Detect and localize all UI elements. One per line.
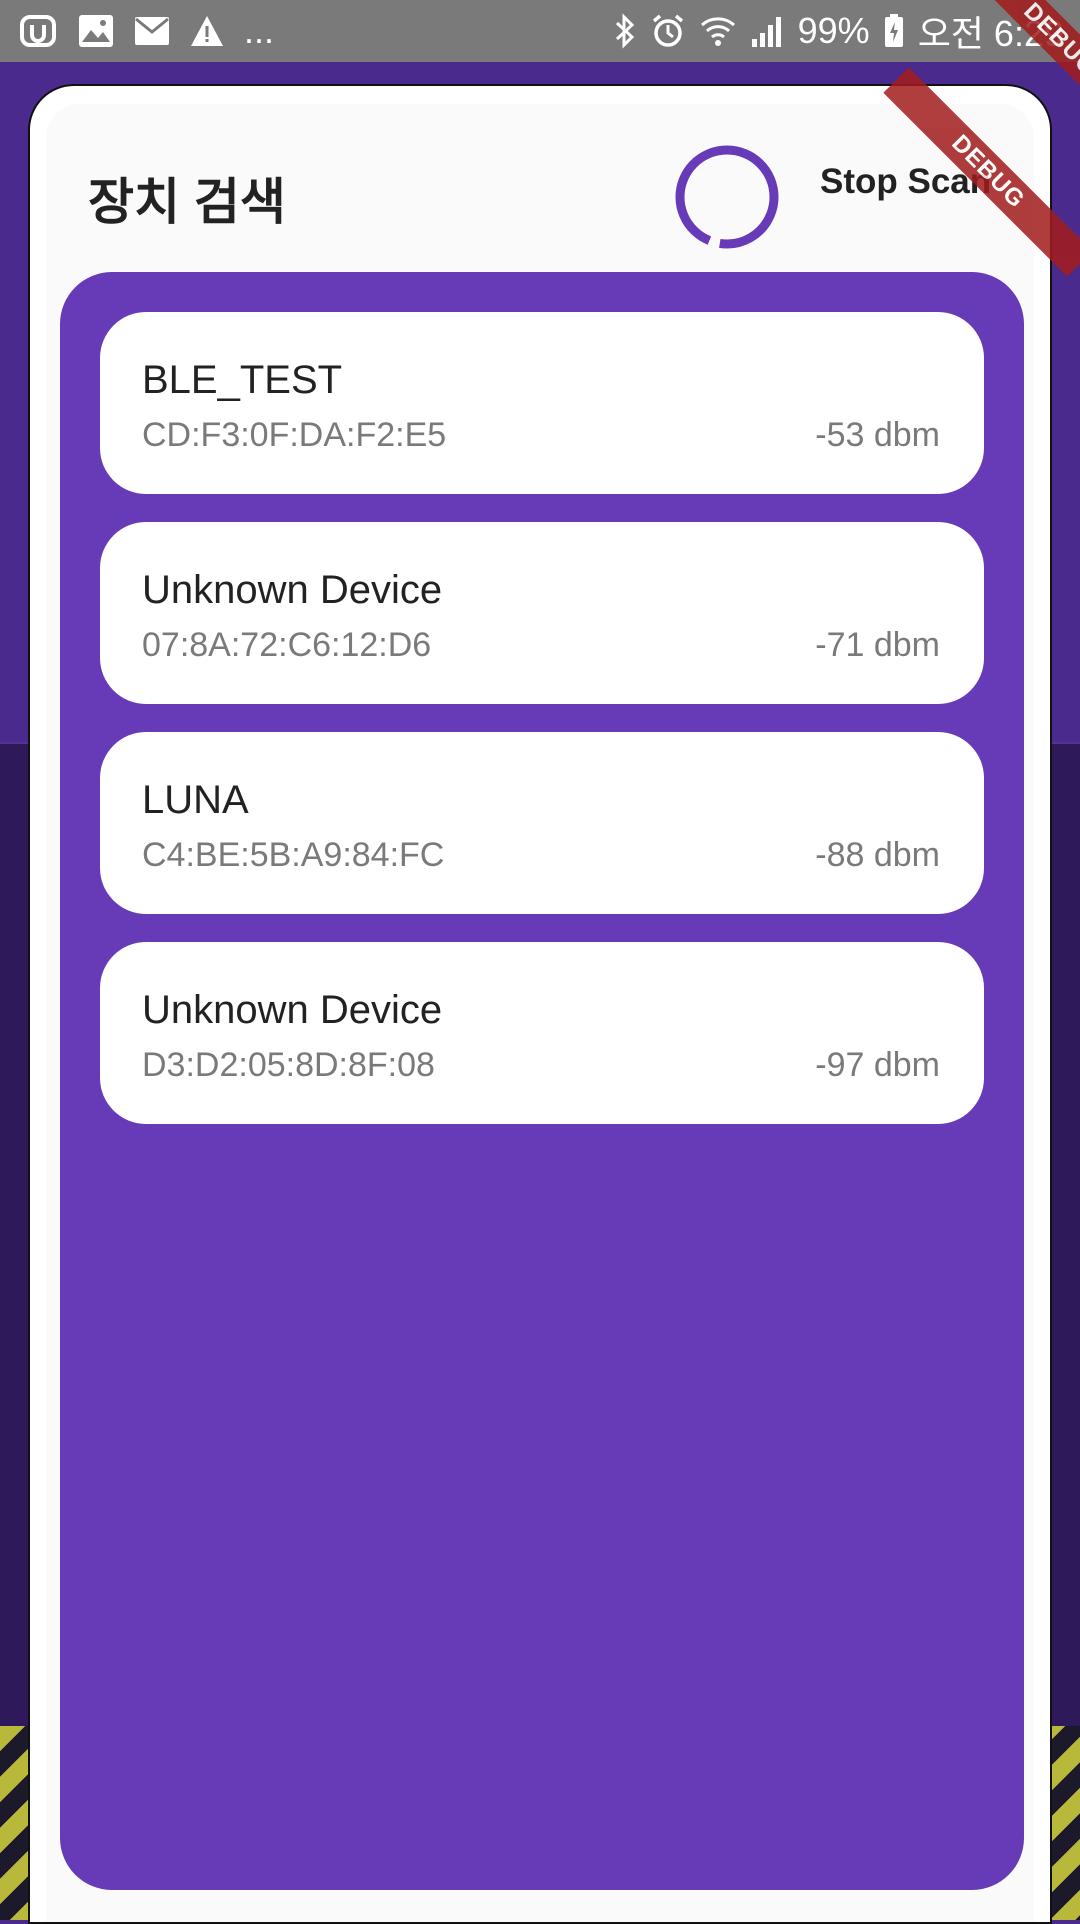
mail-icon xyxy=(134,16,170,46)
device-rssi: -53 dbm xyxy=(815,416,940,454)
dialog-header: 장치 검색 Stop Scan xyxy=(46,104,1034,272)
device-list-item[interactable]: LUNA C4:BE:5B:A9:84:FC -88 dbm xyxy=(100,732,984,914)
signal-icon xyxy=(750,15,784,47)
device-list-item[interactable]: BLE_TEST CD:F3:0F:DA:F2:E5 -53 dbm xyxy=(100,312,984,494)
device-list: BLE_TEST CD:F3:0F:DA:F2:E5 -53 dbm Unkno… xyxy=(60,272,1024,1890)
bluetooth-icon xyxy=(614,13,636,49)
image-icon xyxy=(78,14,114,48)
device-mac-address: C4:BE:5B:A9:84:FC xyxy=(142,836,445,874)
notification-overflow: ... xyxy=(244,10,275,51)
device-list-item[interactable]: Unknown Device 07:8A:72:C6:12:D6 -71 dbm xyxy=(100,522,984,704)
dialog-content: 장치 검색 Stop Scan BLE_TEST CD:F3:0F:DA:F2:… xyxy=(46,104,1034,1922)
device-list-item[interactable]: Unknown Device D3:D2:05:8D:8F:08 -97 dbm xyxy=(100,942,984,1124)
device-name: BLE_TEST xyxy=(142,358,343,402)
device-name: Unknown Device xyxy=(142,988,443,1032)
device-mac-address: 07:8A:72:C6:12:D6 xyxy=(142,626,432,664)
device-name: LUNA xyxy=(142,778,249,822)
app-icon xyxy=(18,11,58,51)
battery-charging-icon xyxy=(884,14,904,48)
device-search-dialog: 장치 검색 Stop Scan BLE_TEST CD:F3:0F:DA:F2:… xyxy=(28,84,1052,1924)
device-mac-address: CD:F3:0F:DA:F2:E5 xyxy=(142,416,447,454)
device-mac-address: D3:D2:05:8D:8F:08 xyxy=(142,1046,435,1084)
device-name: Unknown Device xyxy=(142,568,443,612)
battery-percent: 99% xyxy=(797,10,870,51)
dialog-title: 장치 검색 xyxy=(88,174,286,230)
device-rssi: -88 dbm xyxy=(815,836,940,874)
device-rssi: -71 dbm xyxy=(815,626,940,664)
device-rssi: -97 dbm xyxy=(815,1046,940,1084)
scanning-spinner-icon xyxy=(675,145,779,249)
alarm-icon xyxy=(650,13,686,49)
warning-icon xyxy=(190,15,224,47)
status-bar: ... 99% 오전 6:29 xyxy=(0,0,1080,62)
wifi-icon xyxy=(700,15,736,47)
